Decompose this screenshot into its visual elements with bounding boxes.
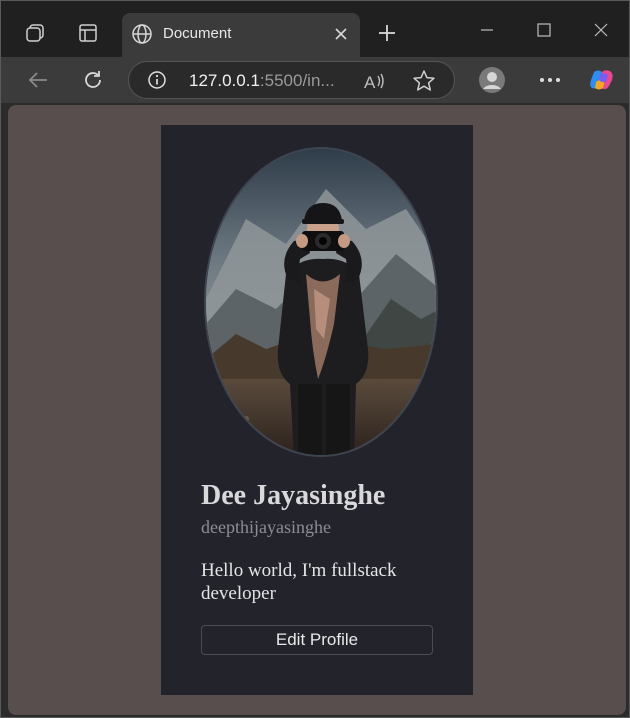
tab-strip: Document <box>1 1 629 57</box>
close-window-icon[interactable] <box>583 15 619 45</box>
active-tab[interactable]: Document <box>122 13 360 57</box>
profile-photo <box>204 147 438 457</box>
profile-photo-illustration <box>206 149 436 455</box>
copilot-icon[interactable] <box>587 65 617 95</box>
workspaces-icon[interactable] <box>21 19 49 47</box>
refresh-icon[interactable] <box>78 65 108 95</box>
edit-profile-button[interactable]: Edit Profile <box>201 625 433 655</box>
svg-text:A: A <box>364 73 376 92</box>
globe-icon <box>130 22 154 46</box>
profile-username: deepthijayasinghe <box>201 517 331 537</box>
url-host: 127.0.0.1 <box>189 71 260 90</box>
info-icon[interactable] <box>147 70 167 90</box>
close-icon[interactable] <box>330 23 352 45</box>
url-text[interactable]: 127.0.0.1:5500/in... <box>189 71 335 91</box>
address-bar[interactable]: 127.0.0.1:5500/in... A <box>128 61 455 99</box>
profile-bio: Hello world, I'm fullstack developer <box>201 560 397 604</box>
tab-actions-icon[interactable] <box>74 19 102 47</box>
maximize-icon[interactable] <box>526 15 562 45</box>
minimize-icon[interactable] <box>469 15 505 45</box>
back-arrow-icon[interactable] <box>23 65 53 95</box>
read-aloud-icon[interactable]: A <box>363 69 387 93</box>
profile-name: Dee Jayasinghe <box>201 480 386 511</box>
browser-window: Document 127.0.0.1:5500/in... A Dee Jaya… <box>0 0 630 718</box>
browser-toolbar: 127.0.0.1:5500/in... A <box>1 57 629 103</box>
tab-title: Document <box>163 25 232 42</box>
url-path: :5500/in... <box>259 71 335 90</box>
more-icon[interactable] <box>535 65 565 95</box>
profile-card: Dee Jayasinghe deepthijayasinghe Hello w… <box>161 125 473 695</box>
plus-icon[interactable] <box>373 19 401 47</box>
star-icon[interactable] <box>411 68 437 94</box>
profile-avatar-icon[interactable] <box>477 65 507 95</box>
page-viewport: Dee Jayasinghe deepthijayasinghe Hello w… <box>8 105 626 715</box>
